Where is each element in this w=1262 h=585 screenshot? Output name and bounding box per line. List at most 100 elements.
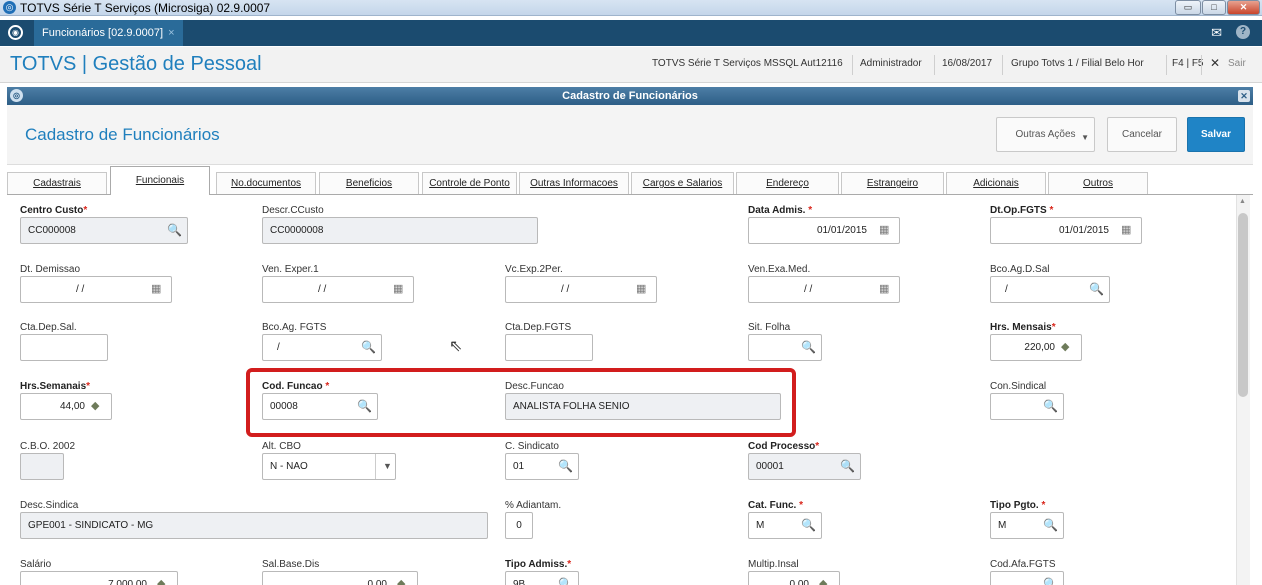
- descr-ccusto-field: CC0000008: [262, 217, 538, 244]
- scroll-up-arrow-icon[interactable]: ▲: [1239, 198, 1246, 205]
- mouse-cursor-icon: ⇖: [449, 338, 463, 355]
- cta-dep-sal-label: Cta.Dep.Sal.: [20, 322, 77, 333]
- tab-outras-informacoes[interactable]: Outras Informacoes: [519, 172, 629, 194]
- divider: [934, 55, 935, 75]
- shortcut-keys[interactable]: F4 | F5: [1172, 58, 1204, 69]
- home-icon[interactable]: ◉: [8, 25, 23, 40]
- calendar-icon[interactable]: ▦: [879, 277, 889, 302]
- search-icon[interactable]: 🔍: [1089, 277, 1104, 302]
- calendar-icon[interactable]: ▦: [879, 218, 889, 243]
- alt-cbo-label: Alt. CBO: [262, 441, 301, 452]
- tab-adicionais[interactable]: Adicionais: [946, 172, 1046, 194]
- close-window-button[interactable]: ✕: [1227, 0, 1260, 15]
- tab-close-icon[interactable]: ×: [168, 27, 174, 39]
- pct-adiantam-field[interactable]: 0: [505, 512, 533, 539]
- window-title-bar: ◎ TOTVS Série T Serviços (Microsiga) 02.…: [0, 0, 1262, 16]
- hrs-mensais-field[interactable]: 220,00 ◆: [990, 334, 1082, 361]
- search-icon[interactable]: 🔍: [840, 454, 855, 479]
- tipo-pgto-field[interactable]: M 🔍: [990, 512, 1064, 539]
- help-icon[interactable]: ?: [1236, 25, 1250, 39]
- sal-base-dis-field[interactable]: 0,00 ◆: [262, 571, 418, 585]
- tipo-admiss-label: Tipo Admiss.*: [505, 559, 572, 570]
- coin-icon[interactable]: ◆: [819, 572, 827, 585]
- salario-field[interactable]: 7.000,00 ◆: [20, 571, 178, 585]
- other-actions-button[interactable]: Outras Ações ▼: [996, 117, 1095, 152]
- data-admis-label: Data Admis. *: [748, 205, 813, 216]
- calendar-icon[interactable]: ▦: [393, 277, 403, 302]
- minimize-button[interactable]: ▭: [1175, 0, 1201, 15]
- save-button[interactable]: Salvar: [1187, 117, 1245, 152]
- user-name: Administrador: [860, 58, 922, 69]
- app-tab-bar: ◉ Funcionários [02.9.0007] × ✉ ?: [0, 20, 1262, 46]
- ven-exper1-label: Ven. Exper.1: [262, 264, 319, 275]
- cta-dep-fgts-field[interactable]: [505, 334, 593, 361]
- coin-icon[interactable]: ◆: [1061, 335, 1069, 360]
- search-icon[interactable]: 🔍: [167, 218, 182, 243]
- cta-dep-sal-field[interactable]: [20, 334, 108, 361]
- cod-afa-fgts-field[interactable]: 🔍: [990, 571, 1064, 585]
- tab-beneficios[interactable]: Beneficios: [319, 172, 419, 194]
- search-icon[interactable]: 🔍: [558, 454, 573, 479]
- dt-op-fgts-field[interactable]: 01/01/2015 ▦: [990, 217, 1142, 244]
- pct-adiantam-label: % Adiantam.: [505, 500, 562, 511]
- tab-funcionais[interactable]: Funcionais: [110, 166, 210, 195]
- cod-afa-fgts-label: Cod.Afa.FGTS: [990, 559, 1056, 570]
- exit-icon[interactable]: ✕: [1210, 56, 1220, 70]
- hrs-semanais-field[interactable]: 44,00 ◆: [20, 393, 112, 420]
- search-icon[interactable]: 🔍: [1043, 572, 1058, 585]
- vc-exp2per-field[interactable]: / / ▦: [505, 276, 657, 303]
- scrollbar-thumb[interactable]: [1238, 213, 1248, 397]
- sit-folha-field[interactable]: 🔍: [748, 334, 822, 361]
- page-title: Cadastro de Funcionários: [25, 125, 220, 144]
- search-icon[interactable]: 🔍: [801, 513, 816, 538]
- tab-estrangeiro[interactable]: Estrangeiro: [841, 172, 944, 194]
- dropdown-arrow-icon[interactable]: ▼: [383, 454, 392, 479]
- coin-icon[interactable]: ◆: [157, 572, 165, 585]
- calendar-icon[interactable]: ▦: [636, 277, 646, 302]
- divider: [1002, 55, 1003, 75]
- search-icon[interactable]: 🔍: [361, 335, 376, 360]
- cta-dep-fgts-label: Cta.Dep.FGTS: [505, 322, 572, 333]
- multip-insal-field[interactable]: 0,00 ◆: [748, 571, 840, 585]
- tab-no-documentos[interactable]: No.documentos: [216, 172, 316, 194]
- alt-cbo-select[interactable]: N - NAO ▼: [262, 453, 396, 480]
- search-icon[interactable]: 🔍: [801, 335, 816, 360]
- tab-endereco[interactable]: Endereço: [736, 172, 839, 194]
- mail-icon[interactable]: ✉: [1211, 25, 1222, 41]
- desc-sindica-label: Desc.Sindica: [20, 500, 79, 511]
- maximize-button[interactable]: □: [1202, 0, 1226, 15]
- dt-demissao-field[interactable]: / / ▦: [20, 276, 172, 303]
- search-icon[interactable]: 🔍: [1043, 513, 1058, 538]
- search-icon[interactable]: 🔍: [1043, 394, 1058, 419]
- ven-exa-med-field[interactable]: / / ▦: [748, 276, 900, 303]
- bco-ag-fgts-field[interactable]: / 🔍: [262, 334, 382, 361]
- data-admis-field[interactable]: 01/01/2015 ▦: [748, 217, 900, 244]
- cod-processo-field[interactable]: 00001 🔍: [748, 453, 861, 480]
- coin-icon[interactable]: ◆: [397, 572, 405, 585]
- other-actions-label: Outras Ações: [1015, 129, 1076, 140]
- calendar-icon[interactable]: ▦: [151, 277, 161, 302]
- tab-cadastrais[interactable]: Cadastrais: [7, 172, 107, 194]
- cbo-2002-label: C.B.O. 2002: [20, 441, 76, 452]
- bco-ag-d-sal-field[interactable]: / 🔍: [990, 276, 1110, 303]
- calendar-icon[interactable]: ▦: [1121, 218, 1131, 243]
- tab-cargos-e-salarios[interactable]: Cargos e Salarios: [631, 172, 734, 194]
- dialog-logo-icon: ◎: [10, 89, 23, 102]
- cat-func-field[interactable]: M 🔍: [748, 512, 822, 539]
- ven-exper1-field[interactable]: / / ▦: [262, 276, 414, 303]
- tab-outros[interactable]: Outros: [1048, 172, 1148, 194]
- tab-funcionarios[interactable]: Funcionários [02.9.0007] ×: [34, 20, 183, 46]
- tipo-admiss-field[interactable]: 9B 🔍: [505, 571, 579, 585]
- centro-custo-field[interactable]: CC000008 🔍: [20, 217, 188, 244]
- multip-insal-label: Multip.Insal: [748, 559, 799, 570]
- c-sindicato-field[interactable]: 01 🔍: [505, 453, 579, 480]
- tipo-pgto-label: Tipo Pgto. *: [990, 500, 1046, 511]
- session-date: 16/08/2017: [942, 58, 993, 69]
- cancel-button[interactable]: Cancelar: [1107, 117, 1177, 152]
- tab-controle-de-ponto[interactable]: Controle de Ponto: [422, 172, 517, 194]
- dialog-close-icon[interactable]: ✕: [1238, 90, 1250, 102]
- coin-icon[interactable]: ◆: [91, 394, 99, 419]
- con-sindical-field[interactable]: 🔍: [990, 393, 1064, 420]
- search-icon[interactable]: 🔍: [558, 572, 573, 585]
- exit-link[interactable]: Sair: [1228, 58, 1246, 69]
